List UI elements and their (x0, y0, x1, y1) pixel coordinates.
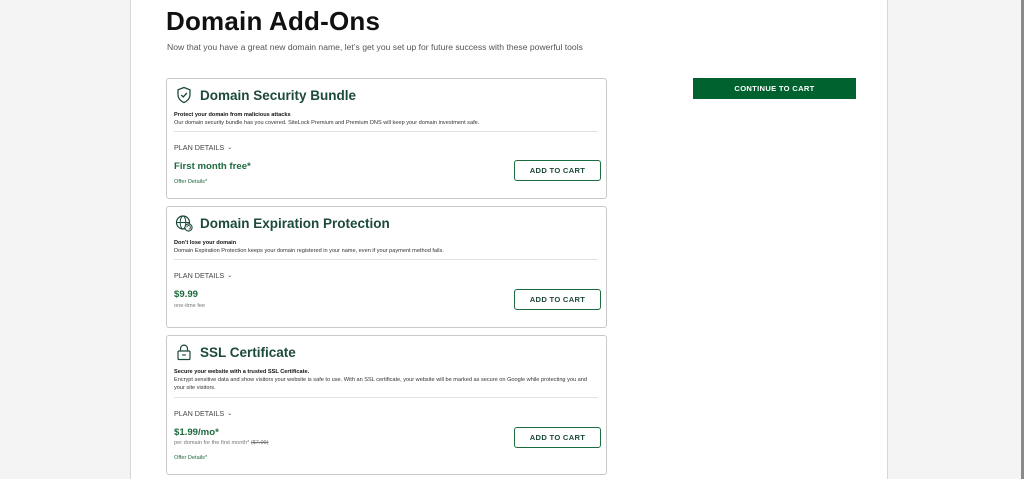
price-note-text: per domain for the first month* (174, 440, 250, 446)
plan-details-label: PLAN DETAILS (174, 271, 225, 280)
card-description: Domain Expiration Protection keeps your … (174, 248, 444, 254)
card-description: Encrypt sensitive data and show visitors… (174, 377, 588, 391)
card-tagline: Don’t lose your domain (174, 240, 237, 246)
plan-details-label: PLAN DETAILS (174, 143, 225, 152)
card-divider (174, 397, 598, 398)
card-tagline: Protect your domain from malicious attac… (174, 112, 291, 118)
plan-details-toggle[interactable]: PLAN DETAILS ⌄ (174, 409, 232, 418)
add-to-cart-button[interactable]: ADD TO CART (514, 160, 601, 181)
continue-to-cart-button[interactable]: CONTINUE TO CART (693, 78, 856, 99)
card-description: Our domain security bundle has you cover… (174, 120, 480, 126)
lock-icon (175, 343, 193, 361)
price: $9.99 (174, 289, 199, 300)
card-title: Domain Security Bundle (200, 87, 357, 103)
plan-details-toggle[interactable]: PLAN DETAILS ⌄ (174, 271, 232, 280)
addon-card-ssl-certificate: SSL Certificate Secure your website with… (166, 335, 607, 475)
original-price: ($7.99) (250, 440, 269, 446)
page-subtitle: Now that you have a great new domain nam… (167, 42, 583, 52)
page-title: Domain Add-Ons (166, 6, 381, 36)
plan-details-toggle[interactable]: PLAN DETAILS ⌄ (174, 143, 232, 152)
card-header: SSL Certificate (175, 343, 296, 361)
addon-card-security-bundle: Domain Security Bundle Protect your doma… (166, 78, 607, 199)
price: $1.99/mo* (174, 427, 219, 438)
chevron-down-icon: ⌄ (227, 145, 233, 151)
offer-details-link[interactable]: Offer Details* (174, 455, 207, 461)
globe-refresh-icon (175, 214, 193, 232)
card-title: SSL Certificate (200, 344, 296, 360)
card-title: Domain Expiration Protection (200, 215, 390, 231)
price-note: per domain for the first month* ($7.99) (174, 440, 269, 446)
addon-card-expiration-protection: Domain Expiration Protection Don’t lose … (166, 206, 607, 328)
add-to-cart-button[interactable]: ADD TO CART (514, 427, 601, 448)
card-header: Domain Security Bundle (175, 86, 356, 104)
plan-details-label: PLAN DETAILS (174, 409, 225, 418)
price: First month free* (174, 161, 251, 172)
chevron-down-icon: ⌄ (227, 411, 233, 417)
card-tagline: Secure your website with a trusted SSL C… (174, 369, 310, 375)
card-divider (174, 259, 598, 260)
card-divider (174, 131, 598, 132)
card-header: Domain Expiration Protection (175, 214, 390, 232)
shield-check-icon (175, 86, 193, 104)
add-to-cart-button[interactable]: ADD TO CART (514, 289, 601, 310)
left-gutter (0, 0, 131, 479)
chevron-down-icon: ⌄ (227, 273, 233, 279)
price-note: one-time fee (174, 303, 206, 309)
right-gutter (887, 0, 1024, 479)
offer-details-link[interactable]: Offer Details* (174, 179, 207, 185)
